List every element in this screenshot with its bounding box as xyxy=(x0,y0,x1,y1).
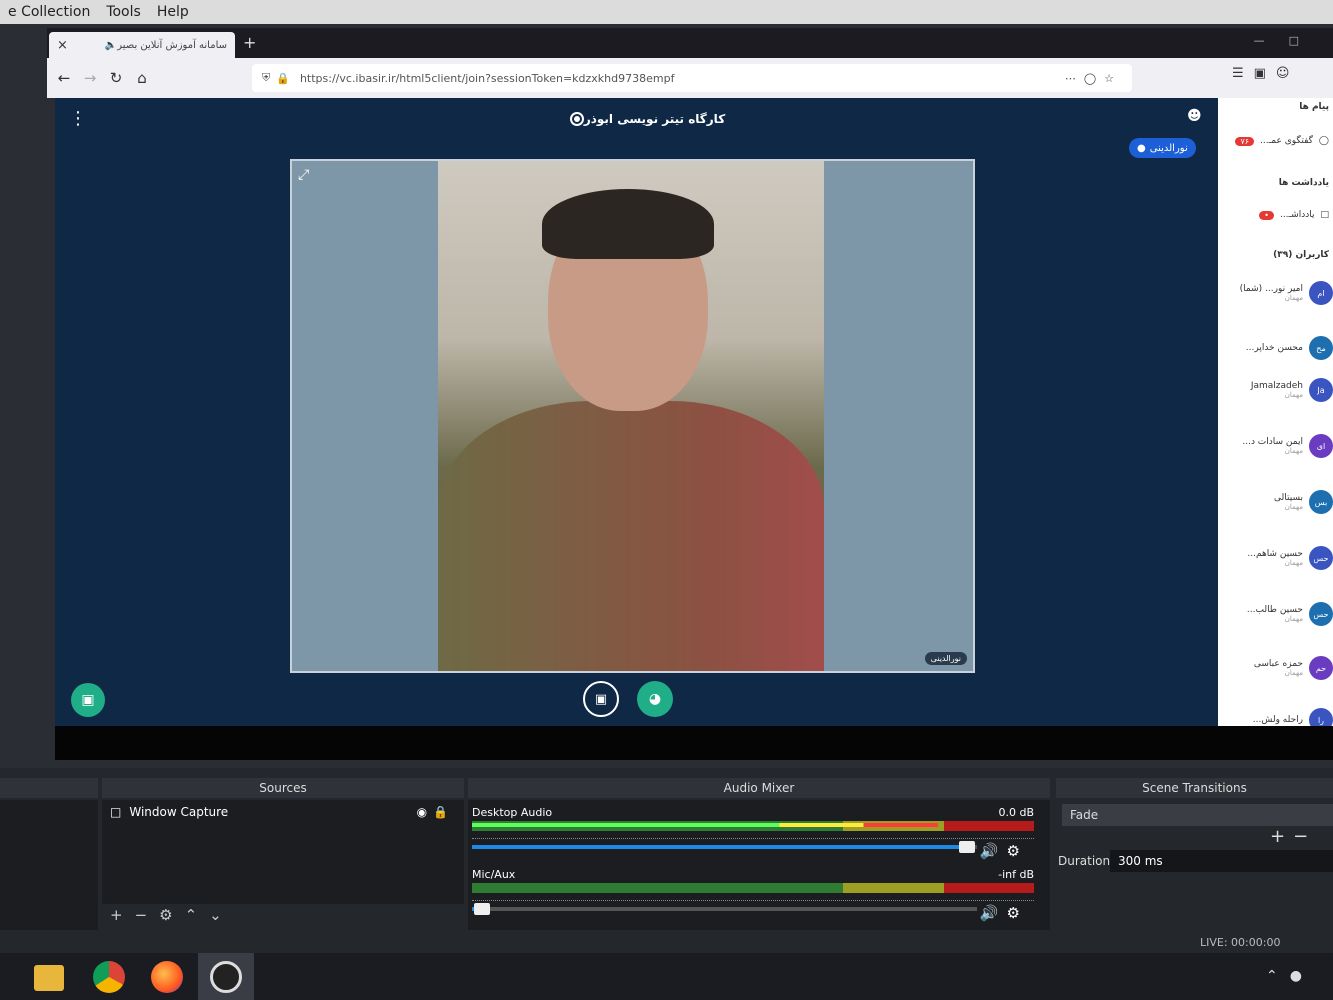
camera-button[interactable]: ▣ xyxy=(583,681,619,717)
notes-badge: • xyxy=(1259,210,1274,220)
duration-input[interactable]: 300 ms xyxy=(1110,850,1333,872)
reload-icon[interactable]: ↻ xyxy=(103,69,129,87)
obs-docks: Sources □ Window Capture ◉🔒 +−⚙⌃⌄ Audio … xyxy=(0,768,1333,953)
shield-icon[interactable]: ⛨ xyxy=(262,71,270,85)
avatar: مح xyxy=(1309,336,1333,360)
forward-icon[interactable]: → xyxy=(77,69,103,87)
room-title: کارگاه تیتر نویسی ابوذر xyxy=(583,112,726,126)
url-text: https://vc.ibasir.ir/html5client/join?se… xyxy=(299,71,675,85)
user-list-item[interactable]: مح محسن خداپر... xyxy=(1223,328,1333,368)
user-list-item[interactable]: را راحله ولش... xyxy=(1223,700,1333,726)
public-chat-item[interactable]: ◯ گفتگوی عمـ... ۷۶ xyxy=(1235,136,1329,146)
window-controls[interactable]: —□ xyxy=(1254,34,1323,47)
desktop-audio-controls[interactable]: 🔊⚙ xyxy=(980,842,1028,860)
user-list-item[interactable]: حس حسین شاهم... مهمان xyxy=(1223,538,1333,578)
lock-icon: 🔒 xyxy=(276,71,290,85)
avatar: بس xyxy=(1309,490,1333,514)
user-list-item[interactable]: Ja Jamalzadeh مهمان xyxy=(1223,370,1333,410)
conference-app: ⋮ کارگاه تیتر نویسی ابوذر ☻ نورالدینی ● … xyxy=(55,98,1218,726)
mic-aux-track: Mic/Aux -inf dB 🔊⚙ xyxy=(472,868,1034,922)
obs-preview-border xyxy=(55,726,1333,760)
desktop-audio-db: 0.0 dB xyxy=(998,806,1034,819)
file-explorer-icon[interactable] xyxy=(34,965,64,991)
desktop-audio-label: Desktop Audio xyxy=(472,806,553,819)
chat-icon: ◯ xyxy=(1318,136,1329,146)
user-list-item[interactable]: ای ایمن سادات د... مهمان xyxy=(1223,426,1333,466)
record-icon[interactable] xyxy=(569,112,584,126)
notes-header: یادداشت ها xyxy=(1278,178,1329,188)
tab-bar: سامانه آموزش آنلاین بصیر 🔈 × + —□ xyxy=(47,28,1333,58)
chrome-icon[interactable] xyxy=(93,961,125,993)
scenes-dock-title xyxy=(0,778,98,798)
desktop-audio-track: Desktop Audio 0.0 dB 🔊⚙ xyxy=(472,806,1034,860)
shared-notes-item[interactable]: □ یادداشـ... • xyxy=(1259,210,1329,220)
taskbar: ⌃● xyxy=(0,953,1333,1000)
avatar: حم xyxy=(1309,656,1333,680)
page-actions[interactable]: ⋯◯☆ xyxy=(1065,72,1122,85)
user-list-item[interactable]: حس حسین طالب... مهمان xyxy=(1223,594,1333,634)
window-icon: □ xyxy=(110,805,122,819)
app-header: کارگاه تیتر نویسی ابوذر xyxy=(55,98,1218,140)
mic-icon: ● xyxy=(1137,142,1146,154)
duration-label: Duration xyxy=(1058,854,1111,868)
user-list-item[interactable]: ام امیر نور... (شما) مهمان xyxy=(1223,273,1333,313)
nav-bar: ← → ↻ ⌂ ⛨ 🔒 https://vc.ibasir.ir/html5cl… xyxy=(47,58,1333,98)
system-tray[interactable]: ⌃● xyxy=(1266,968,1314,984)
messages-header: پیام ها xyxy=(1299,102,1329,112)
transition-buttons[interactable]: +− xyxy=(1270,826,1316,847)
avatar: Ja xyxy=(1309,378,1333,402)
transition-select[interactable]: Fade xyxy=(1062,804,1333,826)
scenes-list[interactable] xyxy=(0,800,98,930)
url-bar[interactable]: ⛨ 🔒 https://vc.ibasir.ir/html5client/joi… xyxy=(252,64,1132,92)
user-list-item[interactable]: حم حمزه عباسی مهمان xyxy=(1223,648,1333,688)
browser-window: سامانه آموزش آنلاین بصیر 🔈 × + —□ ← → ↻ … xyxy=(47,28,1333,98)
avatar: ای xyxy=(1309,434,1333,458)
users-header: کاربران (۳۹) xyxy=(1273,250,1329,260)
fullscreen-icon[interactable]: ⤢ xyxy=(298,167,309,183)
avatar: حس xyxy=(1309,602,1333,626)
transitions-dock-title: Scene Transitions xyxy=(1056,778,1333,798)
avatar: حس xyxy=(1309,546,1333,570)
menu-help[interactable]: Help xyxy=(149,4,197,20)
obs-icon[interactable] xyxy=(210,961,242,993)
user-icon[interactable]: ☻ xyxy=(1187,108,1202,124)
mixer-dock-title: Audio Mixer xyxy=(468,778,1050,798)
visibility-icon[interactable]: ◉🔒 xyxy=(417,805,454,819)
presenter-video-image xyxy=(438,161,824,671)
firefox-icon[interactable] xyxy=(151,961,183,993)
tab-title: سامانه آموزش آنلاین بصیر xyxy=(117,39,227,51)
desktop-audio-meter xyxy=(472,821,1034,831)
menu-tools[interactable]: Tools xyxy=(98,4,149,20)
menu-scene-collection[interactable]: e Collection xyxy=(0,4,98,20)
sources-dock-title: Sources xyxy=(102,778,464,798)
avatar: ام xyxy=(1309,281,1333,305)
home-icon[interactable]: ⌂ xyxy=(129,69,155,87)
toolbar-icons[interactable]: ☰▣☺ xyxy=(1232,66,1300,81)
browser-tab[interactable]: سامانه آموزش آنلاین بصیر 🔈 × xyxy=(49,32,235,58)
user-list-item[interactable]: بس بسیتالی مهمان xyxy=(1223,482,1333,522)
speaker-icon[interactable]: 🔈 xyxy=(105,40,117,51)
mic-aux-db: -inf dB xyxy=(998,868,1034,881)
side-panel: پیام ها ◯ گفتگوی عمـ... ۷۶ یادداشت ها □ … xyxy=(1218,98,1333,726)
mic-aux-meter xyxy=(472,883,1034,893)
mic-aux-controls[interactable]: 🔊⚙ xyxy=(980,904,1028,922)
obs-menu-bar: e Collection Tools Help xyxy=(0,0,1333,24)
headphones-button[interactable]: ◕ xyxy=(637,681,673,717)
video-name-tag: نورالدینی xyxy=(924,652,967,665)
avatar: را xyxy=(1309,708,1333,726)
mic-aux-label: Mic/Aux xyxy=(472,868,516,881)
presenter-badge: نورالدینی ● xyxy=(1129,138,1196,158)
back-icon[interactable]: ← xyxy=(51,69,77,87)
notes-icon: □ xyxy=(1320,210,1329,220)
sources-toolbar[interactable]: +−⚙⌃⌄ xyxy=(110,906,234,924)
live-status: LIVE: 00:00:00 xyxy=(1200,936,1281,949)
close-icon[interactable]: × xyxy=(57,38,68,53)
new-tab-button[interactable]: + xyxy=(243,33,256,52)
desktop-audio-fader[interactable] xyxy=(472,841,977,853)
webcam-video[interactable]: ⤢ نورالدینی xyxy=(290,159,975,673)
chat-badge: ۷۶ xyxy=(1235,136,1255,146)
source-item[interactable]: □ Window Capture ◉🔒 xyxy=(106,802,462,822)
mic-aux-fader[interactable] xyxy=(472,903,977,915)
screen-share-button[interactable]: ▣ xyxy=(71,683,105,717)
